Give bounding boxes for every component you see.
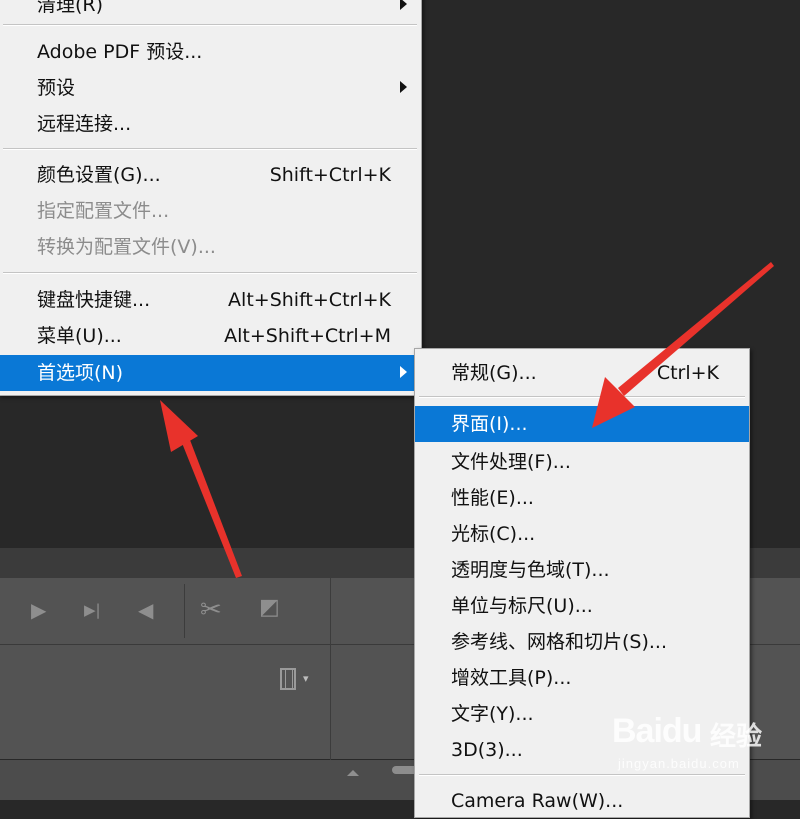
- arrow-to-interface-icon: [592, 262, 774, 428]
- arrow-to-preferences-icon: [160, 400, 242, 578]
- callout-arrows: [160, 262, 774, 578]
- watermark-cn: 经验: [710, 721, 763, 751]
- watermark-brand: Baidu: [612, 712, 702, 750]
- watermark-url: jingyan.baidu.com: [618, 756, 740, 771]
